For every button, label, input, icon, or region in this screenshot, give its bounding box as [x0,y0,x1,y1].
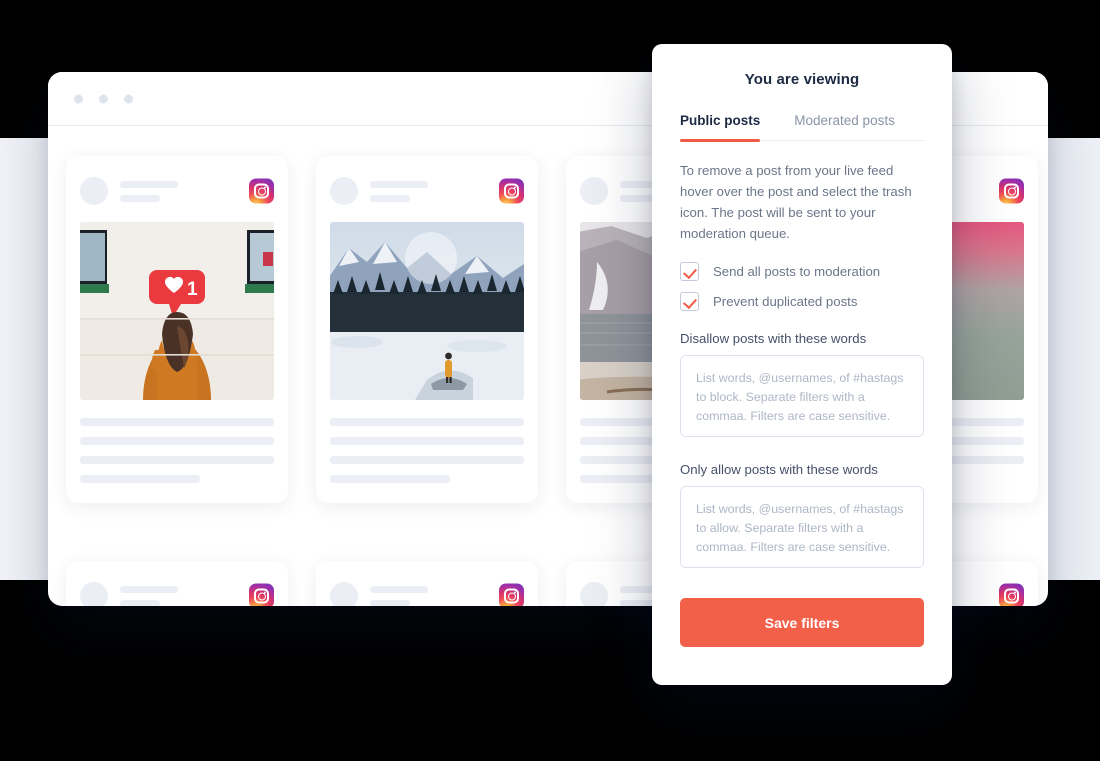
avatar [80,177,108,205]
post-author-skeleton [120,585,178,606]
post-text-skeleton [330,418,524,483]
skeleton-line [330,475,451,483]
viewing-filters-modal: You are viewing Public posts Moderated p… [652,44,952,685]
skeleton-line [80,456,274,464]
post-card-header [80,172,274,210]
save-filters-button[interactable]: Save filters [680,598,924,647]
avatar [580,582,608,606]
allow-words-input[interactable] [680,486,924,568]
skeleton-line [80,418,274,426]
checkbox-send-all-to-moderation[interactable] [680,262,699,281]
avatar [580,177,608,205]
tab-moderated-posts[interactable]: Moderated posts [794,113,895,140]
moderation-options: Send all posts to moderation Prevent dup… [680,262,924,311]
disallow-words-label: Disallow posts with these words [680,331,867,346]
skeleton-line [120,585,178,593]
skeleton-line [370,180,428,188]
tab-public-posts[interactable]: Public posts [680,113,761,142]
option-prevent-duplicated-posts[interactable]: Prevent duplicated posts [680,292,924,311]
instagram-icon [249,583,274,606]
skeleton-line [120,194,160,202]
post-card-header [80,577,274,606]
disallow-words-group: Disallow posts with these words [680,331,924,442]
option-label: Send all posts to moderation [713,264,881,279]
page-backdrop-right-band [1040,138,1100,580]
post-author-skeleton [120,180,178,202]
post-card[interactable]: 1 [66,156,288,503]
post-author-skeleton [370,585,428,606]
window-dot-close[interactable] [74,94,83,103]
disallow-words-input[interactable] [680,355,924,437]
post-card[interactable] [316,561,538,606]
svg-text:1: 1 [187,279,198,300]
post-photo [330,222,524,400]
instagram-icon [999,178,1024,204]
option-send-all-to-moderation[interactable]: Send all posts to moderation [680,262,924,281]
skeleton-line [80,437,274,445]
skeleton-line [370,585,428,593]
modal-description: To remove a post from your live feed hov… [680,163,912,241]
post-text-skeleton [80,418,274,483]
post-author-skeleton [370,180,428,202]
skeleton-line [330,418,524,426]
skeleton-line [80,475,201,483]
window-dot-maximize[interactable] [124,94,133,103]
instagram-icon [499,178,524,204]
screen: 1 You are viewing Public posts Moderated… [0,0,1100,761]
post-card[interactable] [66,561,288,606]
post-photo: 1 [80,222,274,400]
modal-title: You are viewing [744,71,860,88]
modal-tabs: Public posts Moderated posts [680,113,924,142]
instagram-icon [249,178,274,204]
skeleton-line [330,456,524,464]
avatar [330,582,358,606]
instagram-icon [499,583,524,606]
avatar [80,582,108,606]
post-card[interactable] [316,156,538,503]
allow-words-label: Only allow posts with these words [680,462,878,477]
instagram-icon [999,583,1024,606]
skeleton-line [120,180,178,188]
skeleton-line [370,194,410,202]
allow-words-group: Only allow posts with these words [680,462,924,573]
skeleton-line [330,437,524,445]
skeleton-line [120,599,160,606]
post-card-header [330,172,524,210]
window-controls[interactable] [74,94,133,103]
window-dot-minimize[interactable] [99,94,108,103]
skeleton-line [370,599,410,606]
option-label: Prevent duplicated posts [713,294,858,309]
avatar [330,177,358,205]
post-card-header [330,577,524,606]
checkbox-prevent-duplicated-posts[interactable] [680,292,699,311]
